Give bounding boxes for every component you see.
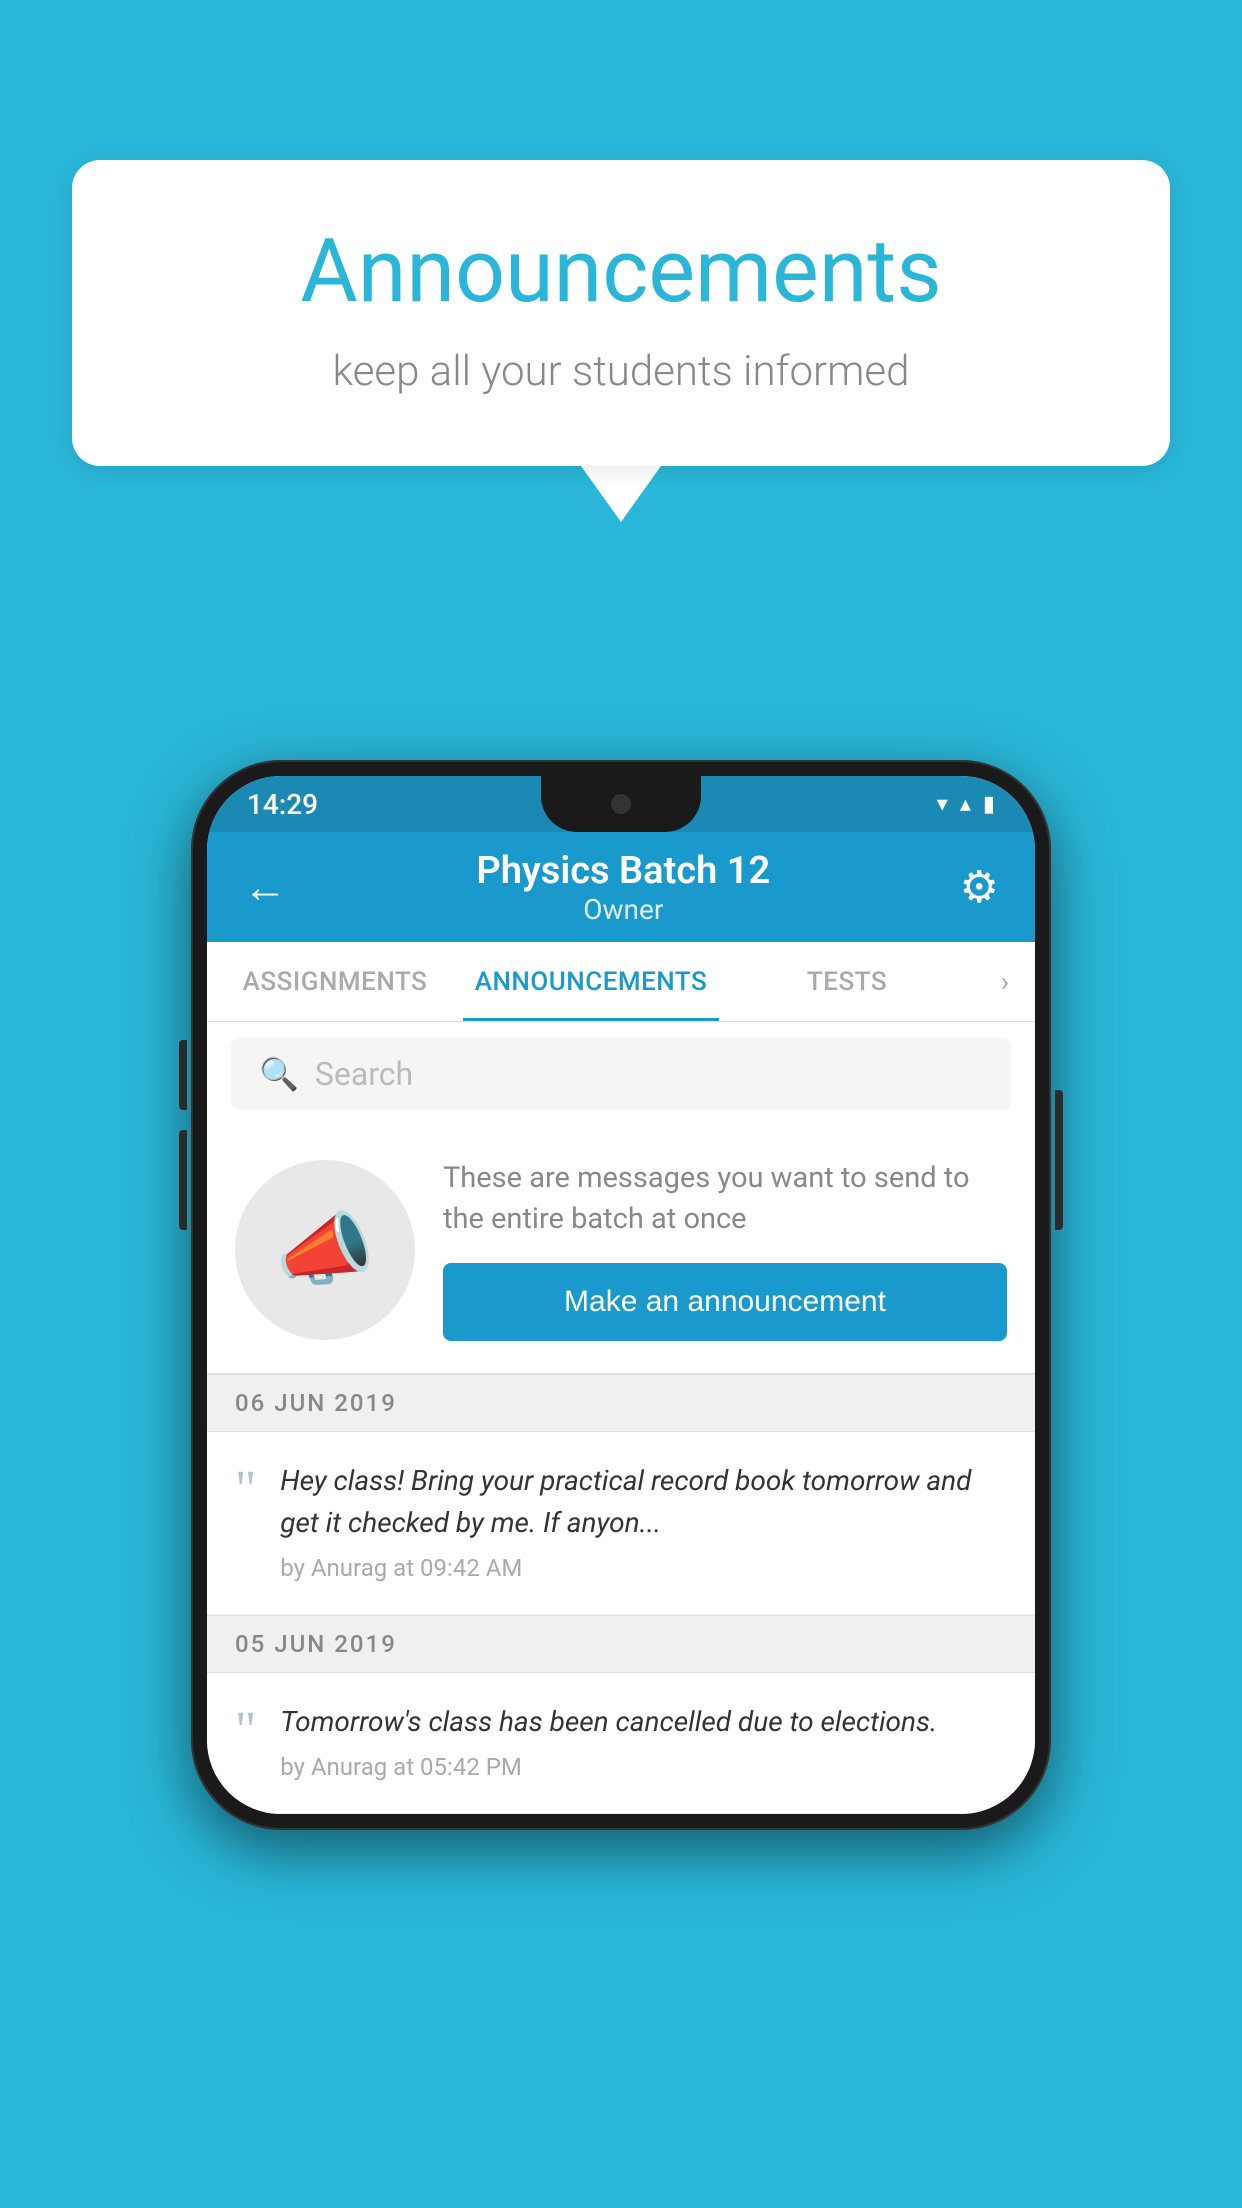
power-button <box>1055 1090 1063 1230</box>
tabs-bar: ASSIGNMENTS ANNOUNCEMENTS TESTS › <box>207 942 1035 1022</box>
megaphone-icon: 📣 <box>275 1203 375 1297</box>
status-bar: 14:29 ▾ ▴ ▮ <box>207 776 1035 832</box>
make-announcement-button[interactable]: Make an announcement <box>443 1263 1007 1341</box>
status-icons: ▾ ▴ ▮ <box>937 792 995 817</box>
megaphone-circle: 📣 <box>235 1160 415 1340</box>
speech-bubble-title: Announcements <box>152 220 1090 323</box>
date-separator-2: 05 JUN 2019 <box>207 1615 1035 1673</box>
wifi-icon: ▾ <box>937 792 948 817</box>
announcement-promo: 📣 These are messages you want to send to… <box>207 1126 1035 1374</box>
tab-assignments[interactable]: ASSIGNMENTS <box>207 942 463 1021</box>
search-container: 🔍 Search <box>207 1022 1035 1126</box>
phone-outer: 14:29 ▾ ▴ ▮ ← Physics Batch 12 Owner ⚙ <box>191 760 1051 1830</box>
speech-bubble-container: Announcements keep all your students inf… <box>72 160 1170 522</box>
promo-right: These are messages you want to send to t… <box>443 1158 1007 1341</box>
announcement-meta-1: by Anurag at 09:42 AM <box>280 1554 1007 1582</box>
speech-bubble-subtitle: keep all your students informed <box>152 347 1090 396</box>
announcement-item-1: " Hey class! Bring your practical record… <box>207 1432 1035 1615</box>
battery-icon: ▮ <box>983 792 995 817</box>
camera-dot <box>611 794 631 814</box>
promo-text: These are messages you want to send to t… <box>443 1158 1007 1239</box>
status-time: 14:29 <box>247 788 318 821</box>
speech-bubble-tail <box>581 466 661 522</box>
announcement-content-2: Tomorrow's class has been cancelled due … <box>280 1701 1007 1781</box>
volume-up-button <box>179 1040 187 1110</box>
tab-announcements[interactable]: ANNOUNCEMENTS <box>463 942 719 1021</box>
announcement-meta-2: by Anurag at 05:42 PM <box>280 1753 1007 1781</box>
date-separator-1: 06 JUN 2019 <box>207 1374 1035 1432</box>
app-bar-title: Physics Batch 12 <box>476 849 770 893</box>
app-bar: ← Physics Batch 12 Owner ⚙ <box>207 832 1035 942</box>
announcement-text-1: Hey class! Bring your practical record b… <box>280 1460 1007 1544</box>
announcement-item-2: " Tomorrow's class has been cancelled du… <box>207 1673 1035 1814</box>
back-icon[interactable]: ← <box>243 861 287 913</box>
announcement-content-1: Hey class! Bring your practical record b… <box>280 1460 1007 1582</box>
notch <box>541 776 701 832</box>
phone-screen: 14:29 ▾ ▴ ▮ ← Physics Batch 12 Owner ⚙ <box>207 776 1035 1814</box>
tab-tests[interactable]: TESTS <box>719 942 975 1021</box>
tab-more-icon[interactable]: › <box>975 942 1035 1021</box>
announcement-text-2: Tomorrow's class has been cancelled due … <box>280 1701 1007 1743</box>
quote-icon-1: " <box>235 1464 256 1516</box>
search-icon: 🔍 <box>259 1055 299 1093</box>
volume-down-button <box>179 1130 187 1230</box>
app-bar-subtitle: Owner <box>476 893 770 926</box>
app-bar-center: Physics Batch 12 Owner <box>476 849 770 926</box>
settings-icon[interactable]: ⚙ <box>960 861 999 913</box>
phone-wrapper: 14:29 ▾ ▴ ▮ ← Physics Batch 12 Owner ⚙ <box>191 760 1051 1830</box>
search-placeholder: Search <box>315 1055 413 1093</box>
search-bar[interactable]: 🔍 Search <box>231 1038 1011 1110</box>
quote-icon-2: " <box>235 1705 256 1757</box>
speech-bubble: Announcements keep all your students inf… <box>72 160 1170 466</box>
signal-icon: ▴ <box>960 792 971 817</box>
